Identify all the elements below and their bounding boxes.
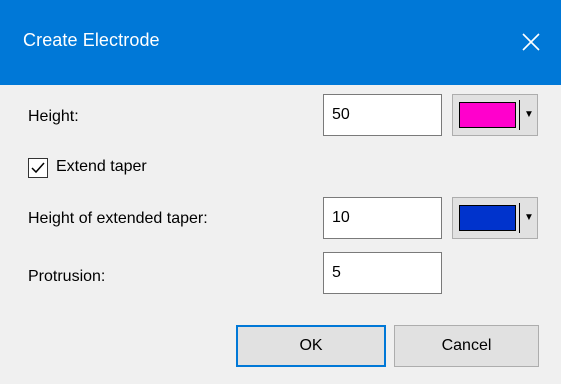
height-color-swatch <box>459 102 516 128</box>
dropdown-arrow-icon: ▼ <box>524 212 534 223</box>
protrusion-input[interactable] <box>323 252 442 294</box>
height-extended-taper-input[interactable] <box>323 197 442 239</box>
dropdown-arrow-icon: ▼ <box>524 109 534 120</box>
title-bar: Create Electrode <box>0 0 561 85</box>
picker-separator <box>519 100 520 130</box>
ok-button[interactable]: OK <box>236 325 386 367</box>
extend-taper-checkbox[interactable] <box>28 158 48 178</box>
extend-taper-label: Extend taper <box>56 158 147 175</box>
window-title: Create Electrode <box>23 30 160 50</box>
picker-separator <box>519 203 520 233</box>
height-extended-taper-label: Height of extended taper: <box>28 210 208 227</box>
protrusion-label: Protrusion: <box>28 268 106 285</box>
height-color-picker[interactable]: ▼ <box>452 94 538 136</box>
close-icon <box>522 33 540 51</box>
extended-taper-color-picker[interactable]: ▼ <box>452 197 538 239</box>
extended-taper-color-swatch <box>459 205 516 231</box>
height-label: Height: <box>28 108 79 125</box>
height-input[interactable] <box>323 94 442 136</box>
cancel-button[interactable]: Cancel <box>394 325 539 367</box>
checkmark-icon <box>31 162 45 174</box>
close-button[interactable] <box>501 0 561 85</box>
